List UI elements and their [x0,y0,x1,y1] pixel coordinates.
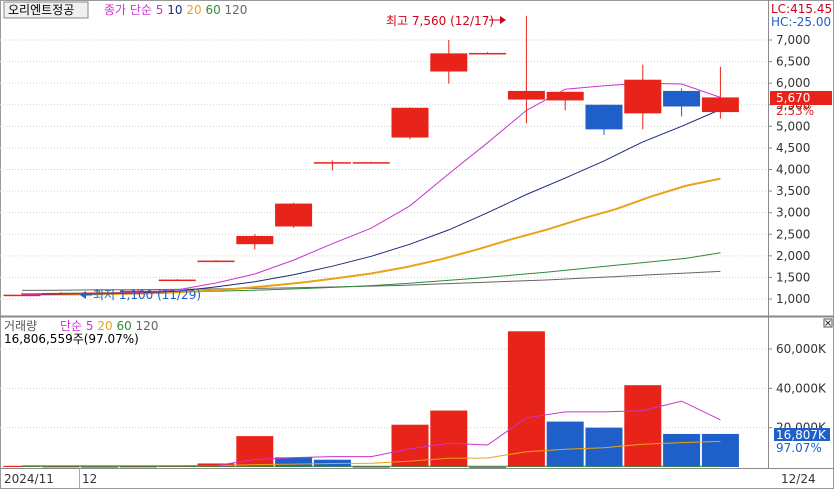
candle-body[interactable] [663,90,701,107]
candle-body[interactable] [624,79,662,114]
ma-legend-period[interactable]: 60 [205,3,224,17]
ma-legend-period[interactable]: 10 [167,3,186,17]
candle-body[interactable] [469,52,507,55]
ma-legend-text: 단순 5 20 60 120 [60,319,158,333]
volume-bar[interactable] [546,421,584,467]
x-label-dec: 12 [82,472,97,486]
candle-body[interactable] [391,107,429,138]
price-tick-label: 6,000 [776,76,810,90]
price-tick-label: 4,000 [776,163,810,177]
candle-body[interactable] [352,162,390,164]
volume-bar[interactable] [275,457,313,467]
ma-legend[interactable]: 종가 단순 5 10 20 60 120 [104,3,247,17]
volume-ma-legend[interactable]: 단순 5 20 60 120 [60,319,158,333]
lc-label: LC:415.45 [771,2,832,16]
ma-legend-period[interactable]: 20 [186,3,205,17]
ma-legend-text: 종가 단순 5 10 20 60 120 [104,3,247,17]
hc-label: HC:-25.00 [771,15,831,29]
candle-body[interactable] [585,104,623,130]
ma-legend-period[interactable]: 20 [97,319,116,333]
price-tick-label: 4,500 [776,141,810,155]
ma-legend-prefix: 단순 [60,319,86,333]
price-tick-label: 2,500 [776,227,810,241]
candle-body[interactable] [313,162,351,164]
stock-chart[interactable]: 1,000 1,500 2,000 2,500 3,000 3,500 4,000 4,500… [0,0,834,489]
price-tick-label: 1,500 [776,270,810,284]
volume-bar[interactable] [469,466,507,468]
volume-tick-label: 40,000K [776,381,827,395]
candle-body[interactable] [236,235,274,245]
price-tick-label: 1,000 [776,292,810,306]
volume-bar[interactable] [236,436,274,467]
volume-bar[interactable] [663,433,701,467]
candle-body[interactable] [546,91,584,101]
volume-summary: 16,806,559주(97.07%) [4,332,139,346]
candle-body[interactable] [158,279,196,282]
candle-body[interactable] [197,260,235,263]
volume-axis-ticks: 20,000K40,000K60,000K [768,342,827,435]
current-price-label: 5,670 [776,91,810,105]
price-tick-label: 3,000 [776,206,810,220]
x-label-last-date: 12/24 [781,472,816,486]
ma-legend-period[interactable]: 5 [156,3,167,17]
volume-bar[interactable] [81,466,119,468]
stock-name: 오리엔트정공 [8,3,74,17]
price-tick-label: 5,000 [776,119,810,133]
volume-bar[interactable] [352,466,390,468]
ma-legend-period[interactable]: 120 [225,3,248,17]
volume-bar[interactable] [507,331,545,467]
change-pct-label: 2.53% [776,104,814,118]
high-annotation: 최고 7,560 (12/17) [386,14,494,28]
price-tick-label: 3,500 [776,184,810,198]
candle-body[interactable] [507,90,545,100]
candle-body[interactable] [42,292,80,295]
price-tick-label: 6,500 [776,55,810,69]
candle-body[interactable] [3,294,41,297]
chart-frame [0,0,834,489]
price-tick-label: 2,000 [776,249,810,263]
current-volume-label: 16,807K [776,428,827,442]
volume-legend-title: 거래량 [4,319,37,333]
volume-bar[interactable] [624,385,662,467]
volume-tick-label: 60,000K [776,342,827,356]
ma-legend-period[interactable]: 60 [116,319,135,333]
price-tick-label: 7,000 [776,33,810,47]
ma-legend-period[interactable]: 120 [136,319,159,333]
x-label-month: 2024/11 [4,472,54,486]
low-annotation: 최저 1,100 (11/29) [93,288,201,302]
ma-legend-prefix: 종가 단순 [104,3,156,17]
candle-body[interactable] [275,203,313,227]
candle-body[interactable] [430,53,468,72]
volume-pct-label: 97.07% [776,441,822,455]
volume-bar[interactable] [701,433,739,467]
ma-legend-period[interactable]: 5 [86,319,97,333]
candle-body[interactable] [701,97,739,113]
